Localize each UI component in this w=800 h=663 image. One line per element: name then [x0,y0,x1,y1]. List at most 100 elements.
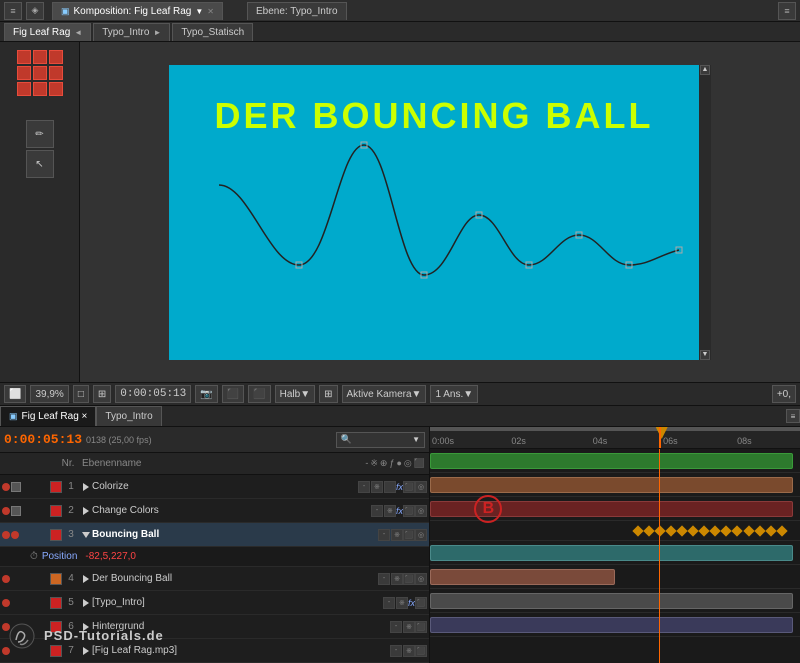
layer2-name: Change Colors [92,505,369,516]
comp-tab-fig-arrow[interactable]: ◄ [74,28,82,37]
preview-3d-btn[interactable]: ⊞ [319,385,337,403]
layer7-paint-btn[interactable]: ⬛ [415,645,427,657]
keyframe-12[interactable] [754,525,765,536]
layer2-minus-btn[interactable]: - [371,505,383,517]
zoom-control[interactable]: 39,9% [30,385,68,403]
layer6-minus-btn[interactable]: - [390,621,402,633]
layer6-star-btn[interactable]: ※ [403,621,415,633]
layer3-star-btn[interactable]: ※ [391,529,403,541]
layer1-star-btn[interactable]: ※ [371,481,383,493]
comp-tab-fig[interactable]: Fig Leaf Rag ◄ [4,23,91,41]
layer-row-1[interactable]: 1 Colorize - ※ fx ⬛ ◎ [0,475,429,499]
track-row-3: B [430,497,800,521]
playhead-ruler[interactable] [659,427,661,448]
layer3-expand-btn[interactable] [80,529,92,541]
layer3-motion-btn[interactable]: ◎ [415,529,427,541]
layer7-name: [Fig Leaf Rag.mp3] [92,645,388,656]
preview-color-btn[interactable]: ⬛ [222,385,244,403]
layer5-expand-btn[interactable] [80,597,92,609]
preview-scrollbar[interactable]: ▲ ▼ [699,65,711,360]
timeline-tab-fig[interactable]: ▣ Fig Leaf Rag × [0,406,96,426]
keyframe-6[interactable] [687,525,698,536]
keyframe-11[interactable] [743,525,754,536]
keyframe-1[interactable] [632,525,643,536]
keyframe-13[interactable] [765,525,776,536]
preview-camera-icon[interactable]: 📷 [195,385,217,403]
layer3-minus-btn[interactable]: - [378,529,390,541]
layer-tab[interactable]: Ebene: Typo_Intro [247,2,347,20]
scroll-down-btn[interactable]: ▼ [700,350,710,360]
layer-row-5[interactable]: 5 [Typo_Intro] - ※ fx ⬛ [0,591,429,615]
preview-ctrl-icon[interactable]: ⬜ [4,385,26,403]
preview-size-btn[interactable]: ⊞ [93,385,111,403]
layer7-expand-btn[interactable] [80,645,92,657]
layer1-paint-btn[interactable]: ⬛ [403,481,415,493]
camera-value: Aktive Kamera [347,389,412,400]
pen-tool-btn[interactable]: ✏ [26,120,54,148]
layer2-paint-btn[interactable]: ⬛ [403,505,415,517]
select-tool-btn[interactable]: ↖ [26,150,54,178]
keyframe-14[interactable] [776,525,787,536]
preview-extra-btns[interactable]: +0, [772,385,796,403]
scroll-up-btn[interactable]: ▲ [700,65,710,75]
layer5-paint-btn[interactable]: ⬛ [415,597,427,609]
layer2-expand-btn[interactable] [80,505,92,517]
keyframe-5[interactable] [676,525,687,536]
layer1-solo-btn[interactable] [11,482,21,492]
keyframe-4[interactable] [665,525,676,536]
preview-timecode[interactable]: 0:00:05:13 [115,385,191,403]
keyframe-2[interactable] [643,525,654,536]
layer7-minus-btn[interactable]: - [390,645,402,657]
layer1-motion-btn[interactable]: ◎ [415,481,427,493]
menu-icon[interactable]: ≡ [4,2,22,20]
layer5-star-btn[interactable]: ※ [396,597,408,609]
layer3-vis-dot[interactable] [2,531,10,539]
layer-row-3[interactable]: 3 Bouncing Ball - ※ ⬛ ◎ [0,523,429,547]
comp-tab-typo-arrow[interactable]: ► [153,28,161,37]
timeline-tab-typo[interactable]: Typo_Intro [96,406,161,426]
layer1-minus-btn[interactable]: - [358,481,370,493]
layer-row-2[interactable]: 2 Change Colors - ※ fx ⬛ ◎ [0,499,429,523]
layer1-mask-btn[interactable] [384,481,396,493]
keyframe-7[interactable] [698,525,709,536]
layer-row-4[interactable]: 4 Der Bouncing Ball - ※ ⬛ ◎ [0,567,429,591]
keyframe-8[interactable] [710,525,721,536]
comp-tab-active[interactable]: ▣ Komposition: Fig Leaf Rag ▼ ✕ [52,2,223,20]
layer3-position-subrow[interactable]: ⏱ Position -82,5,227,0 [0,547,429,567]
comp-tab-typo-statisch[interactable]: Typo_Statisch [172,23,253,41]
views-control[interactable]: 1 Ans.▼ [430,385,478,403]
comp-tab-typo-intro[interactable]: Typo_Intro ► [93,23,170,41]
comp-tab-dropdown[interactable]: ▼ [195,7,203,16]
stopwatch-icon[interactable]: ⏱ [30,551,38,562]
camera-view-control[interactable]: Aktive Kamera▼ [342,385,427,403]
layer2-star-btn[interactable]: ※ [384,505,396,517]
keyframe-9[interactable] [721,525,732,536]
layer2-vis-dot[interactable] [2,507,10,515]
preview-mask-btn[interactable]: ⬛ [248,385,270,403]
layer5-minus-btn[interactable]: - [383,597,395,609]
layer4-paint-btn[interactable]: ⬛ [403,573,415,585]
layer4-expand-btn[interactable] [80,573,92,585]
comp-tab-close[interactable]: ✕ [207,7,214,16]
timeline-menu-btn[interactable]: ≡ [786,409,800,423]
keyframe-10[interactable] [732,525,743,536]
app-icon[interactable]: ◈ [26,2,44,20]
layer4-minus-btn[interactable]: - [378,573,390,585]
preview-fit-btn[interactable]: □ [73,385,89,403]
search-input[interactable] [352,432,412,448]
layer4-motion-btn[interactable]: ◎ [415,573,427,585]
preview-area[interactable]: DER BOUNCING BALL ▲ ▼ [80,42,800,382]
layer1-expand-btn[interactable] [80,481,92,493]
layer2-solo-btn[interactable] [11,506,21,516]
layer6-paint-btn[interactable]: ⬛ [415,621,427,633]
layer4-vis-dot[interactable] [2,575,10,583]
quality-control[interactable]: Halb▼ [275,385,315,403]
layer7-star-btn[interactable]: ※ [403,645,415,657]
layer1-vis-dot[interactable] [2,483,10,491]
layer4-star-btn[interactable]: ※ [391,573,403,585]
close-panel-icon[interactable]: ≡ [778,2,796,20]
layer3-paint-btn[interactable]: ⬛ [403,529,415,541]
search-dropdown-icon[interactable]: ▼ [412,435,420,444]
layer3-lock-dot[interactable] [11,531,19,539]
layer2-motion-btn[interactable]: ◎ [415,505,427,517]
